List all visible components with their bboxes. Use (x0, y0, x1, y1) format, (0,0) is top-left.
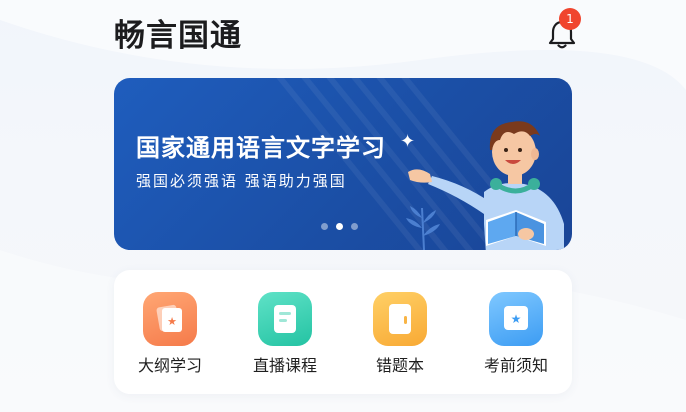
banner-title: 国家通用语言文字学习 (136, 134, 386, 162)
banner-subtitle: 强国必须强语 强语助力强国 (136, 172, 347, 190)
carousel-dot-active[interactable] (336, 223, 343, 230)
carousel-dot[interactable] (321, 223, 328, 230)
carousel-dot[interactable] (351, 223, 358, 230)
menu-label: 大纲学习 (137, 356, 202, 375)
notification-badge: 1 (559, 8, 581, 30)
notebook-icon (373, 292, 427, 346)
star-card-icon: ★ (143, 292, 197, 346)
app-title: 畅言国通 (114, 18, 242, 54)
svg-text:★: ★ (511, 312, 522, 326)
menu-label: 错题本 (375, 356, 424, 375)
menu-item-mistake-book[interactable]: 错题本 (355, 292, 445, 376)
quick-menu-card: ★ 大纲学习 直播课程 错题本 ★ 考前须知 (114, 270, 572, 394)
promo-banner[interactable]: 国家通用语言文字学习 ✦ 强国必须强语 强语助力强国 (114, 78, 572, 250)
menu-item-outline-study[interactable]: ★ 大纲学习 (125, 292, 215, 376)
document-icon (258, 292, 312, 346)
student-illustration (408, 121, 564, 250)
menu-label: 直播课程 (252, 356, 317, 375)
svg-text:★: ★ (167, 315, 177, 328)
menu-item-live-courses[interactable]: 直播课程 (240, 292, 330, 376)
star-badge-icon: ★ (489, 292, 543, 346)
carousel-dots (321, 223, 358, 230)
menu-item-exam-notice[interactable]: ★ 考前须知 (471, 292, 561, 376)
menu-label: 考前须知 (483, 356, 548, 375)
